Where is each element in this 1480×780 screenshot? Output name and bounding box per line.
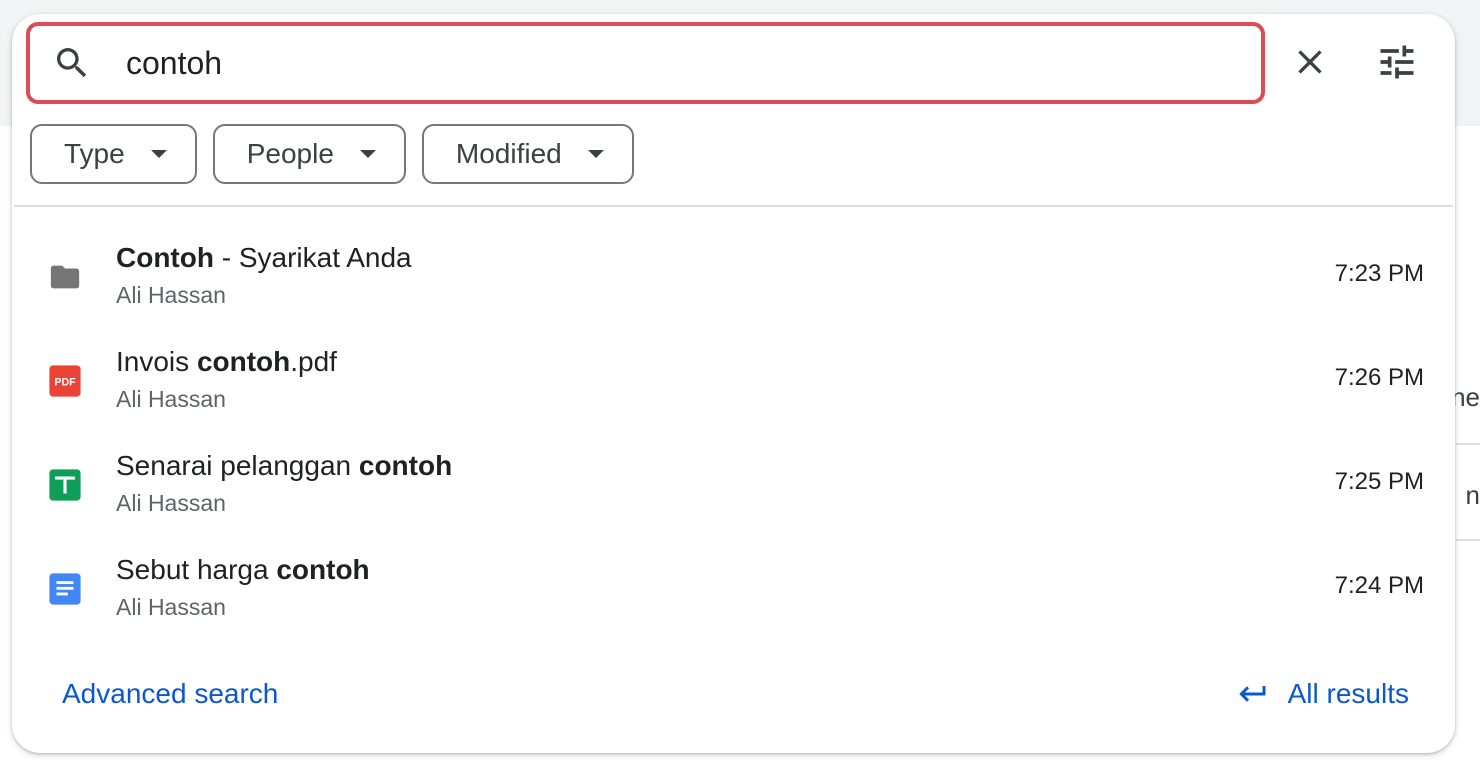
- search-input[interactable]: [126, 40, 1226, 86]
- search-result-item[interactable]: Sebut harga contoh Ali Hassan 7:24 PM: [12, 532, 1455, 636]
- result-owner: Ali Hassan: [116, 386, 226, 412]
- result-title: Contoh - Syarikat Anda: [116, 242, 412, 273]
- search-result-item[interactable]: Contoh - Syarikat Anda Ali Hassan 7:23 P…: [12, 220, 1455, 324]
- all-results-link[interactable]: All results: [1236, 678, 1409, 710]
- tune-icon: [1380, 45, 1414, 79]
- search-results-list: Contoh - Syarikat Anda Ali Hassan 7:23 P…: [12, 220, 1455, 636]
- close-icon: [1298, 50, 1322, 74]
- pdf-icon: PDF: [49, 365, 81, 397]
- result-title: Senarai pelanggan contoh: [116, 450, 453, 481]
- advanced-search-link[interactable]: Advanced search: [62, 678, 278, 710]
- svg-text:PDF: PDF: [54, 377, 76, 389]
- result-time: 7:26 PM: [1334, 364, 1424, 391]
- search-result-item[interactable]: PDF Invois contoh.pdf Ali Hassan 7:26 PM: [12, 324, 1455, 428]
- filter-chip-type[interactable]: Type: [30, 124, 197, 184]
- filter-chips: Type People Modified: [30, 124, 634, 184]
- search-icon: [57, 48, 87, 78]
- result-title: Invois contoh.pdf: [116, 346, 337, 377]
- all-results-label: All results: [1287, 678, 1409, 709]
- background-text-fragment: ne: [1451, 382, 1480, 412]
- search-box[interactable]: [26, 22, 1265, 104]
- sheets-icon: [49, 469, 81, 501]
- result-time: 7:24 PM: [1334, 572, 1424, 599]
- clear-search-button[interactable]: [1282, 34, 1338, 90]
- background-text-fragment: n: [1465, 480, 1480, 510]
- divider: [14, 205, 1453, 207]
- filter-chip-label: Modified: [455, 138, 562, 169]
- search-dropdown-panel: Type People Modified Contoh - Syarikat A…: [12, 14, 1455, 753]
- search-result-item[interactable]: Senarai pelanggan contoh Ali Hassan 7:25…: [12, 428, 1455, 532]
- caret-down-icon: [150, 150, 167, 158]
- result-time: 7:23 PM: [1334, 260, 1424, 287]
- filter-chip-people[interactable]: People: [212, 124, 406, 184]
- result-owner: Ali Hassan: [116, 282, 226, 308]
- result-time: 7:25 PM: [1334, 468, 1424, 495]
- result-owner: Ali Hassan: [116, 594, 226, 620]
- filter-chip-label: People: [246, 138, 334, 169]
- search-options-button[interactable]: [1369, 34, 1425, 90]
- background-divider: [1456, 443, 1480, 445]
- filter-chip-modified[interactable]: Modified: [421, 124, 634, 184]
- caret-down-icon: [359, 150, 376, 158]
- docs-icon: [49, 573, 81, 605]
- filter-chip-label: Type: [64, 138, 125, 169]
- result-title: Sebut harga contoh: [116, 554, 370, 585]
- folder-icon: [50, 265, 80, 289]
- background-divider: [1456, 539, 1480, 541]
- caret-down-icon: [587, 150, 604, 158]
- result-owner: Ali Hassan: [116, 490, 226, 516]
- enter-arrow-icon: [1238, 686, 1266, 702]
